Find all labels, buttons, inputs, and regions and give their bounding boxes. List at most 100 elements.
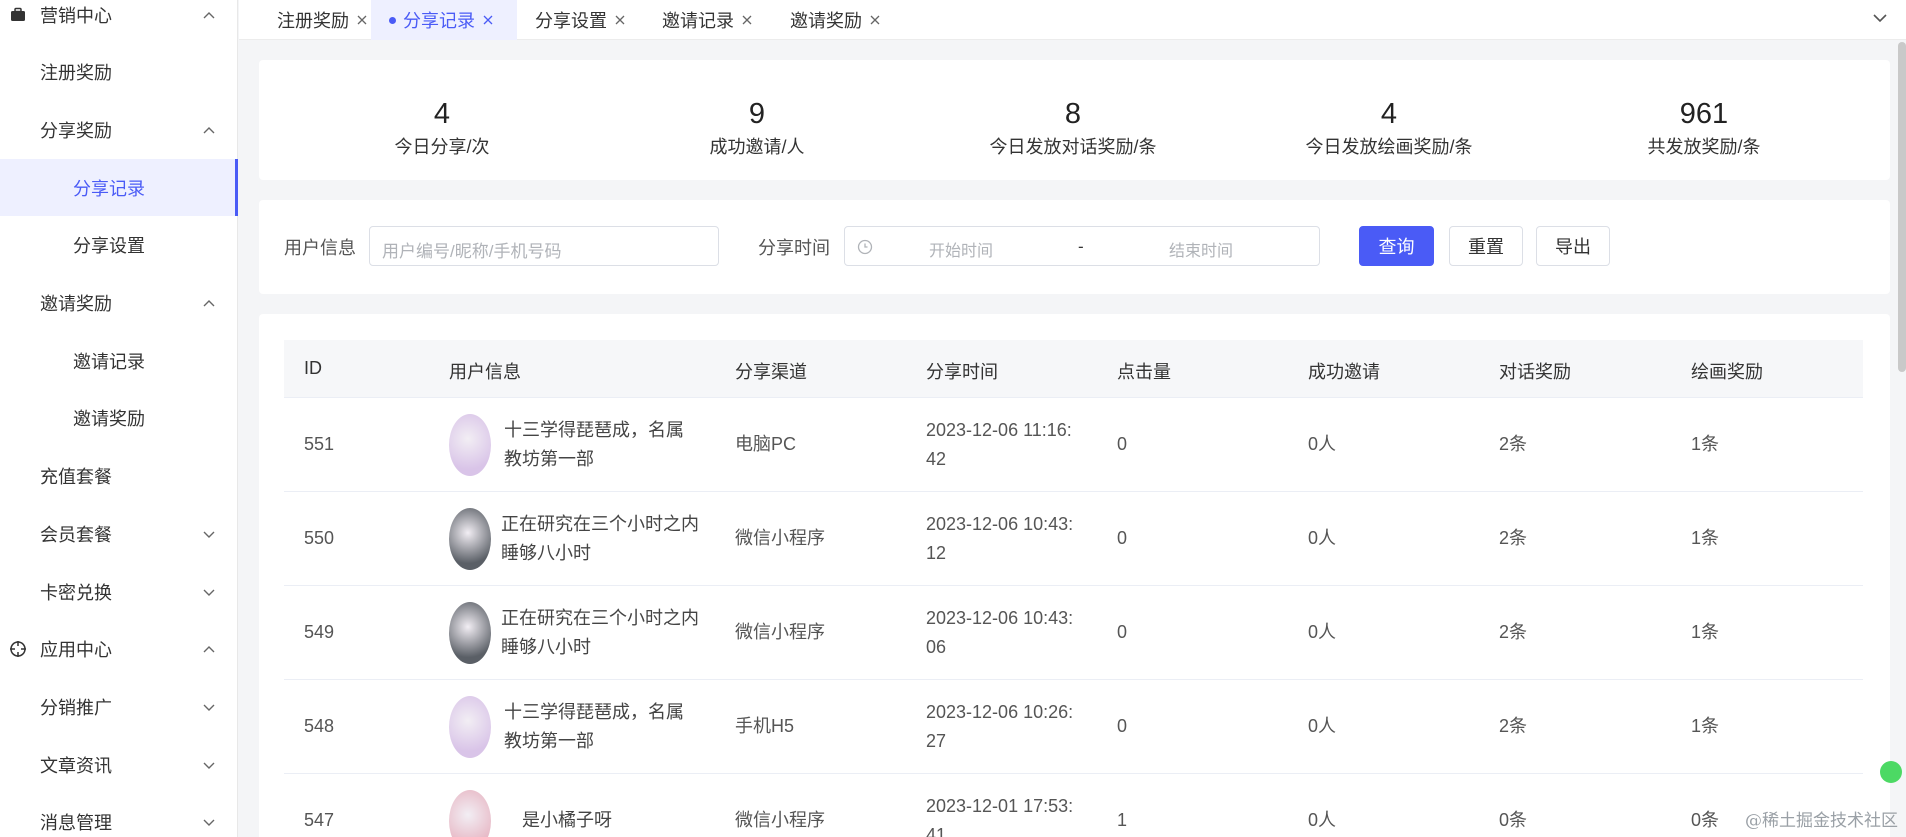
close-icon[interactable]	[869, 14, 881, 26]
sidebar-item[interactable]: 充值套餐	[0, 448, 238, 505]
stat-item: 9 成功邀请/人	[607, 60, 907, 159]
reset-button[interactable]: 重置	[1449, 226, 1523, 266]
sidebar-item-label: 注册奖励	[40, 63, 112, 84]
sidebar-item-label: 分享记录	[73, 178, 145, 199]
sidebar-item-label: 会员套餐	[40, 524, 112, 545]
close-icon[interactable]	[614, 14, 626, 26]
cell-time-line1: 2023-12-06 10:43:	[926, 608, 1074, 628]
query-button[interactable]: 查询	[1359, 226, 1434, 266]
chevron-up-icon	[203, 646, 215, 653]
cell-chat-reward: 2条	[1499, 716, 1528, 736]
avatar	[449, 696, 491, 758]
stat-item: 961 共发放奖励/条	[1554, 60, 1854, 159]
column-header: 成功邀请	[1308, 362, 1380, 382]
sidebar-item[interactable]: 营销中心	[0, 0, 238, 43]
export-button[interactable]: 导出	[1536, 226, 1610, 266]
close-icon[interactable]	[741, 14, 753, 26]
sidebar-item-label: 充值套餐	[40, 467, 112, 488]
cell-time-line1: 2023-12-06 11:16:	[926, 420, 1072, 440]
sidebar-item-label: 分享奖励	[40, 120, 112, 141]
cell-user-line2: 睡够八小时	[501, 543, 591, 563]
cell-user-line2: 教坊第一部	[504, 731, 594, 751]
active-dot-icon	[389, 16, 396, 24]
chevron-down-icon	[203, 531, 215, 538]
column-header: ID	[304, 358, 322, 378]
cell-time-line1: 2023-12-06 10:43:	[926, 514, 1074, 534]
cell-clicks: 0	[1117, 622, 1128, 642]
end-time-placeholder[interactable]: 结束时间	[1169, 237, 1233, 261]
close-icon[interactable]	[356, 14, 368, 26]
chevron-down-icon[interactable]	[1872, 10, 1888, 26]
sidebar-item[interactable]: 消息管理	[0, 794, 238, 837]
sidebar-item[interactable]: 邀请奖励	[0, 275, 238, 332]
cell-user-line1: 十三学得琵琶成，名属	[504, 420, 684, 440]
sidebar-item[interactable]: 分享设置	[0, 217, 238, 274]
table-row[interactable]: 550 正在研究在三个小时之内 睡够八小时 微信小程序 2023-12-06 10:43…	[284, 492, 1863, 586]
tab[interactable]: 分享记录	[371, 0, 517, 40]
sidebar-item[interactable]: 邀请奖励	[0, 390, 238, 447]
cell-id: 549	[304, 622, 335, 642]
cell-id: 551	[304, 434, 335, 454]
sidebar: 营销中心 注册奖励 分享奖励 分享记录 分享设置 邀请奖励 邀请记录 邀请奖励 充值套餐 会员套餐…	[0, 0, 238, 837]
sidebar-item[interactable]: 分销推广	[0, 678, 238, 735]
user-info-input[interactable]: 用户编号/昵称/手机号码	[369, 226, 719, 266]
sidebar-item[interactable]: 分享记录	[0, 159, 238, 217]
cell-draw-reward: 1条	[1691, 528, 1720, 548]
tab[interactable]: 邀请记录	[662, 0, 781, 40]
watermark: @稀土掘金技术社区	[1745, 811, 1898, 831]
sidebar-item[interactable]: 分享奖励	[0, 101, 238, 158]
table-row[interactable]: 547 是小橘子呀 微信小程序 2023-12-01 17:53: 41 1 0人 0条 0条	[284, 774, 1863, 837]
cell-user-line2: 教坊第一部	[504, 449, 594, 469]
cell-draw-reward: 1条	[1691, 434, 1720, 454]
stat-value: 4	[1380, 98, 1398, 130]
cell-chat-reward: 2条	[1499, 528, 1528, 548]
tab[interactable]: 邀请奖励	[790, 0, 910, 40]
table-row[interactable]: 549 正在研究在三个小时之内 睡够八小时 微信小程序 2023-12-06 10:43…	[284, 586, 1863, 680]
stat-label: 今日发放绘画奖励/条	[1305, 137, 1473, 157]
cell-chat-reward: 2条	[1499, 622, 1528, 642]
stat-value: 4	[433, 98, 451, 130]
chevron-down-icon	[203, 589, 215, 596]
cell-time-line1: 2023-12-01 17:53:	[926, 796, 1074, 816]
sidebar-item[interactable]: 邀请记录	[0, 332, 238, 389]
stat-item: 4 今日分享/次	[292, 60, 592, 159]
cell-invites: 0人	[1308, 434, 1337, 454]
briefcase-icon	[11, 7, 25, 21]
cell-time-line2: 42	[926, 449, 947, 469]
cell-invites: 0人	[1308, 528, 1337, 548]
cell-id: 548	[304, 716, 335, 736]
refresh-icon[interactable]	[1880, 761, 1902, 783]
table-row[interactable]: 548 十三学得琵琶成，名属 教坊第一部 手机H5 2023-12-06 10:26: 2…	[284, 680, 1863, 774]
cell-chat-reward: 0条	[1499, 810, 1528, 830]
sidebar-item[interactable]: 应用中心	[0, 621, 238, 678]
filter-card: 用户信息 用户编号/昵称/手机号码 分享时间 开始时间 - 结束时间 查询 重置…	[259, 200, 1890, 294]
table-row[interactable]: 551 十三学得琵琶成，名属 教坊第一部 电脑PC 2023-12-06 11:16: 4…	[284, 398, 1863, 492]
chevron-up-icon	[203, 11, 215, 18]
cell-clicks: 0	[1117, 434, 1128, 454]
close-icon[interactable]	[482, 14, 494, 26]
sidebar-item[interactable]: 会员套餐	[0, 505, 238, 562]
sidebar-item-label: 应用中心	[40, 640, 112, 661]
scrollbar[interactable]	[1898, 42, 1906, 372]
column-header: 分享时间	[926, 362, 998, 382]
sidebar-item-label: 消息管理	[40, 813, 112, 834]
cell-draw-reward: 0条	[1691, 810, 1720, 830]
stat-value: 8	[1064, 98, 1082, 130]
cell-draw-reward: 1条	[1691, 622, 1720, 642]
stat-label: 今日发放对话奖励/条	[989, 137, 1157, 157]
cell-draw-reward: 1条	[1691, 716, 1720, 736]
stat-value: 9	[748, 98, 766, 130]
avatar	[449, 508, 491, 570]
tab[interactable]: 分享设置	[535, 0, 654, 40]
cell-user-line1: 正在研究在三个小时之内	[501, 608, 699, 628]
cell-time-line1: 2023-12-06 10:26:	[926, 702, 1074, 722]
avatar	[449, 602, 491, 664]
tab-label: 邀请记录	[662, 11, 734, 31]
sidebar-item[interactable]: 注册奖励	[0, 44, 238, 101]
cell-channel: 微信小程序	[735, 528, 825, 548]
date-range-picker[interactable]: 开始时间 - 结束时间	[844, 226, 1320, 266]
sidebar-item[interactable]: 卡密兑换	[0, 563, 238, 620]
sidebar-item[interactable]: 文章资讯	[0, 736, 238, 793]
column-header: 对话奖励	[1499, 362, 1571, 382]
start-time-placeholder[interactable]: 开始时间	[929, 237, 993, 261]
